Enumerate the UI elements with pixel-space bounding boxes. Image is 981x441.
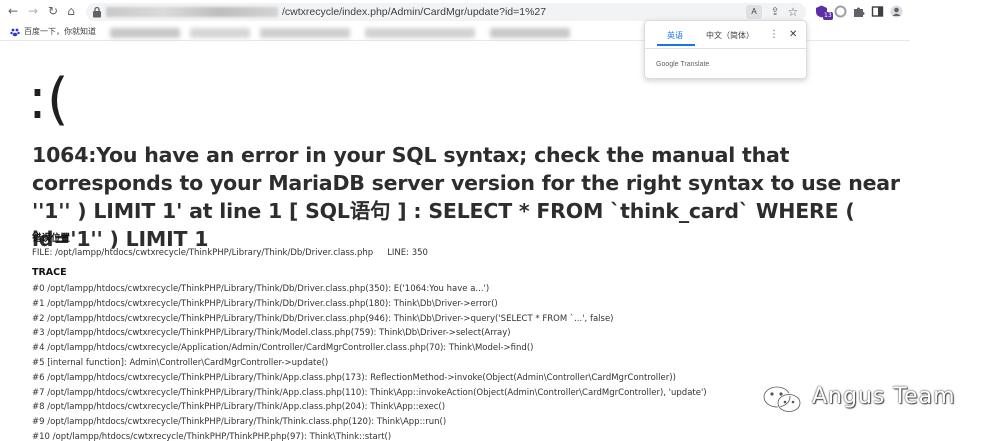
trace-item: #9 /opt/lampp/htdocs/cwtxrecycle/ThinkPH…: [32, 417, 447, 428]
bookmark-baidu[interactable]: 百度一下，你就知道: [24, 27, 96, 37]
bookmark-redacted: [260, 28, 350, 38]
bookmark-redacted: [190, 28, 250, 38]
sad-face: :(: [28, 67, 69, 132]
trace-item: #10 /opt/lampp/htdocs/cwtxrecycle/ThinkP…: [32, 431, 392, 441]
footer-product: Translate: [680, 61, 710, 68]
lock-icon[interactable]: [92, 6, 102, 18]
more-options-icon[interactable]: ⋮: [769, 29, 779, 41]
close-icon[interactable]: ✕: [789, 29, 797, 41]
trace-heading: TRACE: [32, 267, 67, 278]
trace-item: #5 [internal function]: Admin\Controller…: [32, 357, 329, 368]
bookmark-redacted: [490, 28, 570, 38]
bookmark-redacted: [365, 28, 475, 38]
error-title: 1064:You have an error in your SQL synta…: [32, 143, 900, 251]
wechat-logo-icon: [762, 385, 802, 413]
bookmark-star-icon[interactable]: ☆: [786, 5, 800, 19]
trace-item: #4 /opt/lampp/htdocs/cwtxrecycle/Applica…: [32, 343, 534, 354]
trace-list: #0 /opt/lampp/htdocs/cwtxrecycle/ThinkPH…: [32, 282, 707, 441]
divider: [645, 48, 806, 49]
profile-avatar-icon[interactable]: [890, 5, 903, 18]
footer-brand: Google: [656, 61, 679, 68]
trace-item: #0 /opt/lampp/htdocs/cwtxrecycle/ThinkPH…: [32, 284, 490, 294]
trace-item: #1 /opt/lampp/htdocs/cwtxrecycle/ThinkPH…: [32, 298, 498, 309]
trace-item: #2 /opt/lampp/htdocs/cwtxrecycle/ThinkPH…: [32, 313, 614, 324]
google-translate-footer: Google Translate: [656, 60, 709, 70]
url-redacted-host: [106, 7, 278, 17]
side-panel-icon[interactable]: [871, 5, 884, 18]
bookmark-redacted: [110, 28, 180, 38]
extension-circle-icon[interactable]: [834, 5, 847, 18]
extension-badge: 13: [823, 12, 833, 20]
home-icon[interactable]: ⌂: [64, 4, 78, 18]
baidu-paw-icon: [10, 28, 20, 37]
trace-item: #7 /opt/lampp/htdocs/cwtxrecycle/ThinkPH…: [32, 387, 707, 398]
address-bar[interactable]: /cwtxrecycle/index.php/Admin/CardMgr/upd…: [86, 3, 806, 21]
watermark-text: Angus Team: [812, 384, 956, 409]
line-number: LINE: 350: [387, 248, 428, 258]
tab-source-language[interactable]: 英语: [667, 31, 683, 41]
file-path: FILE: /opt/lampp/htdocs/cwtxrecycle/Thin…: [32, 248, 374, 258]
translate-icon[interactable]: A: [746, 5, 762, 19]
back-arrow-icon[interactable]: ←: [6, 4, 20, 18]
url-path[interactable]: /cwtxrecycle/index.php/Admin/CardMgr/upd…: [282, 5, 546, 19]
tab-target-language[interactable]: 中文（简体）: [706, 31, 754, 41]
share-icon[interactable]: ⇪: [768, 5, 782, 19]
active-tab-indicator: [657, 44, 695, 46]
watermark: Angus Team: [760, 380, 960, 416]
forward-arrow-icon[interactable]: →: [26, 4, 40, 18]
reload-icon[interactable]: ↻: [46, 4, 60, 18]
trace-item: #6 /opt/lampp/htdocs/cwtxrecycle/ThinkPH…: [32, 372, 676, 383]
error-file-line: FILE: /opt/lampp/htdocs/cwtxrecycle/Thin…: [32, 247, 428, 259]
translate-popup: 英语 中文（简体） ⋮ ✕ Google Translate: [644, 20, 807, 79]
trace-item: #8 /opt/lampp/htdocs/cwtxrecycle/ThinkPH…: [32, 402, 446, 413]
browser-toolbar: ← → ↻ ⌂ /cwtxrecycle/index.php/Admin/Car…: [0, 0, 981, 24]
location-heading: 错误位置: [32, 233, 71, 244]
extensions-puzzle-icon[interactable]: [852, 5, 865, 18]
trace-item: #3 /opt/lampp/htdocs/cwtxrecycle/ThinkPH…: [32, 328, 511, 339]
